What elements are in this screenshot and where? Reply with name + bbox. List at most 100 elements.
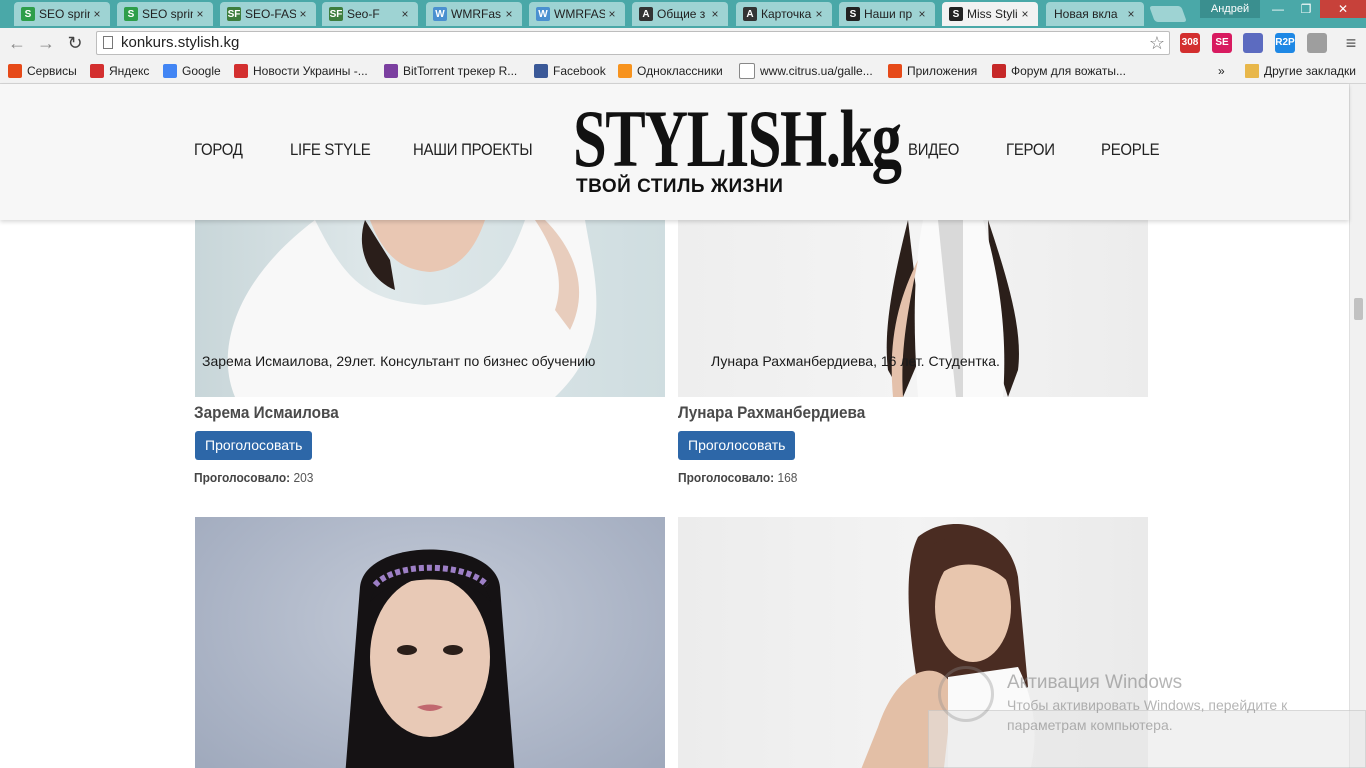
windows-activation-watermark: Активация Windows Чтобы активировать Win…	[930, 666, 1350, 746]
tab-close-icon[interactable]: ×	[708, 7, 722, 21]
url-text[interactable]: konkurs.stylish.kg	[121, 32, 239, 54]
tab-close-icon[interactable]: ×	[90, 7, 104, 21]
tab-11[interactable]: Новая вкла ×	[1046, 2, 1144, 26]
contestant-name-2[interactable]: Лунара Рахманбердиева	[678, 403, 865, 423]
nav-item-life-style[interactable]: LIFE STYLE	[290, 140, 371, 160]
bookmark-label: Приложения	[907, 63, 978, 78]
a-icon: A	[743, 7, 757, 21]
odnoklassniki-icon	[618, 63, 632, 78]
close-window-icon[interactable]: ✕	[1320, 0, 1366, 18]
tab-2[interactable]: S SEO sprin ×	[117, 2, 213, 26]
site-logo[interactable]: STYLISH.kg ТВОЙ СТИЛЬ ЖИЗНИ	[573, 98, 902, 198]
forward-arrow-icon[interactable]: →	[35, 32, 57, 54]
tab-3[interactable]: SF SEO-FAS ×	[220, 2, 316, 26]
nav-item-video[interactable]: ВИДЕО	[908, 140, 959, 160]
stylish-icon: S	[949, 7, 963, 21]
browser-toolbar: ← → ↻ konkurs.stylish.kg ☆ 308 SE R2P ≡	[0, 28, 1366, 58]
tab-label: Наши пр	[864, 7, 913, 21]
vote-button-1[interactable]: Проголосовать	[195, 431, 313, 460]
tab-label: SEO sprin	[39, 7, 90, 21]
notes-ext-icon[interactable]	[1243, 33, 1263, 53]
bookmark-label: www.citrus.ua/galle...	[760, 63, 873, 78]
contestant-name-1[interactable]: Зарема Исмаилова	[194, 403, 339, 423]
nav-item-heroes[interactable]: ГЕРОИ	[1006, 140, 1055, 160]
bookmark-8[interactable]: www.citrus.ua/galle...	[739, 58, 873, 83]
vote-button-2[interactable]: Проголосовать	[678, 431, 796, 460]
news-icon	[234, 63, 248, 78]
page-scrollbar[interactable]	[1349, 84, 1366, 768]
r2p-ext-icon[interactable]: R2P	[1275, 33, 1295, 53]
logo-subtitle: ТВОЙ СТИЛЬ ЖИЗНИ	[576, 176, 784, 197]
bookmark-label: Новости Украины -...	[253, 63, 368, 78]
apps-grid-icon	[888, 63, 902, 78]
tab-close-icon[interactable]: ×	[812, 7, 826, 21]
tab-close-icon[interactable]: ×	[193, 7, 207, 21]
activation-logo-icon	[938, 666, 994, 722]
back-arrow-icon[interactable]: ←	[6, 32, 28, 54]
contestant-caption-2: Лунара Рахманбердиева, 16 лет. Студентка…	[711, 353, 1000, 369]
address-bar[interactable]: konkurs.stylish.kg ☆	[96, 31, 1170, 55]
scrollbar-thumb[interactable]	[1354, 298, 1363, 320]
tab-close-icon[interactable]: ×	[1124, 7, 1138, 21]
bookmarks-overflow-button[interactable]: »	[1218, 58, 1225, 83]
bookmark-2[interactable]: Яндекс	[90, 58, 149, 83]
tab-10[interactable]: S Miss Styli ×	[942, 2, 1038, 26]
tab-label: Miss Styli	[967, 7, 1018, 21]
tab-label: Seo-F	[347, 7, 380, 21]
tab-6[interactable]: W WMRFAS ×	[529, 2, 625, 26]
restore-icon[interactable]: ❐	[1290, 0, 1322, 18]
wmrfast-icon: W	[433, 7, 447, 21]
tab-close-icon[interactable]: ×	[398, 7, 412, 21]
mail-badge-icon[interactable]: 308	[1180, 33, 1200, 53]
tab-label: SEO-FAS	[245, 7, 296, 21]
bookmark-5[interactable]: BitTorrent трекер R...	[384, 58, 517, 83]
tab-close-icon[interactable]: ×	[502, 7, 516, 21]
votes-value-1: 203	[293, 470, 314, 485]
bookmark-6[interactable]: Facebook	[534, 58, 606, 83]
bookmark-1[interactable]: Сервисы	[8, 58, 77, 83]
tab-8[interactable]: A Карточка ×	[736, 2, 832, 26]
contestant-figure-1	[227, 220, 597, 397]
seosprint-icon: S	[124, 7, 138, 21]
bookmarks-bar: Форум для вожаты... Приложения www.citrus.…	[0, 58, 1366, 84]
bookmark-label: Сервисы	[27, 63, 77, 78]
seofast-icon: SF	[227, 7, 241, 21]
folder-icon	[1245, 63, 1259, 78]
tab-label: SEO sprin	[142, 7, 193, 21]
tab-7[interactable]: A Общие з ×	[632, 2, 728, 26]
contestant-photo-2[interactable]: Лунара Рахманбердиева, 16 лет. Студентка…	[678, 220, 1148, 397]
bookmark-7[interactable]: Одноклассники	[618, 58, 723, 83]
new-tab-button[interactable]	[1149, 6, 1187, 22]
nav-item-people[interactable]: PEOPLE	[1101, 140, 1160, 160]
bookmark-9[interactable]: Приложения	[888, 58, 977, 83]
menu-icon[interactable]: ≡	[1340, 32, 1362, 54]
tab-close-icon[interactable]: ×	[605, 7, 619, 21]
contestant-photo-3[interactable]	[195, 517, 665, 768]
tab-4[interactable]: SF Seo-F ×	[322, 2, 418, 26]
tab-1[interactable]: S SEO sprin ×	[14, 2, 110, 26]
tab-close-icon[interactable]: ×	[915, 7, 929, 21]
bookmark-3[interactable]: Google	[163, 58, 221, 83]
activation-text: Чтобы активировать Windows, перейдите к …	[1007, 697, 1288, 733]
tab-9[interactable]: S Наши пр ×	[839, 2, 935, 26]
other-bookmarks-folder[interactable]: Другие закладки	[1245, 58, 1356, 83]
bookmark-4[interactable]: Новости Украины -...	[234, 58, 368, 83]
contestant-photo-1[interactable]: Зарема Исмаилова, 29лет. Консультант по …	[195, 220, 665, 397]
tab-5[interactable]: W WMRFas ×	[426, 2, 522, 26]
tab-close-icon[interactable]: ×	[1018, 7, 1032, 21]
page-icon	[739, 62, 755, 79]
reload-icon[interactable]: ↻	[64, 32, 86, 54]
seofast-icon: SF	[329, 7, 343, 21]
stylish-icon: S	[846, 7, 860, 21]
bookmark-star-icon[interactable]: ☆	[1149, 32, 1165, 54]
google-icon	[163, 63, 177, 78]
nav-item-gorod[interactable]: ГОРОД	[194, 140, 243, 160]
shield-ext-icon[interactable]	[1307, 33, 1327, 53]
bookmark-10[interactable]: Форум для вожаты...	[992, 58, 1126, 83]
seo-ext-icon[interactable]: SE	[1212, 33, 1232, 53]
nav-item-projects[interactable]: НАШИ ПРОЕКТЫ	[413, 140, 533, 160]
tab-close-icon[interactable]: ×	[296, 7, 310, 21]
bookmark-label: Одноклассники	[637, 63, 723, 78]
contestant-figure-2	[886, 220, 1019, 397]
profile-button[interactable]: Андрей	[1200, 0, 1260, 18]
